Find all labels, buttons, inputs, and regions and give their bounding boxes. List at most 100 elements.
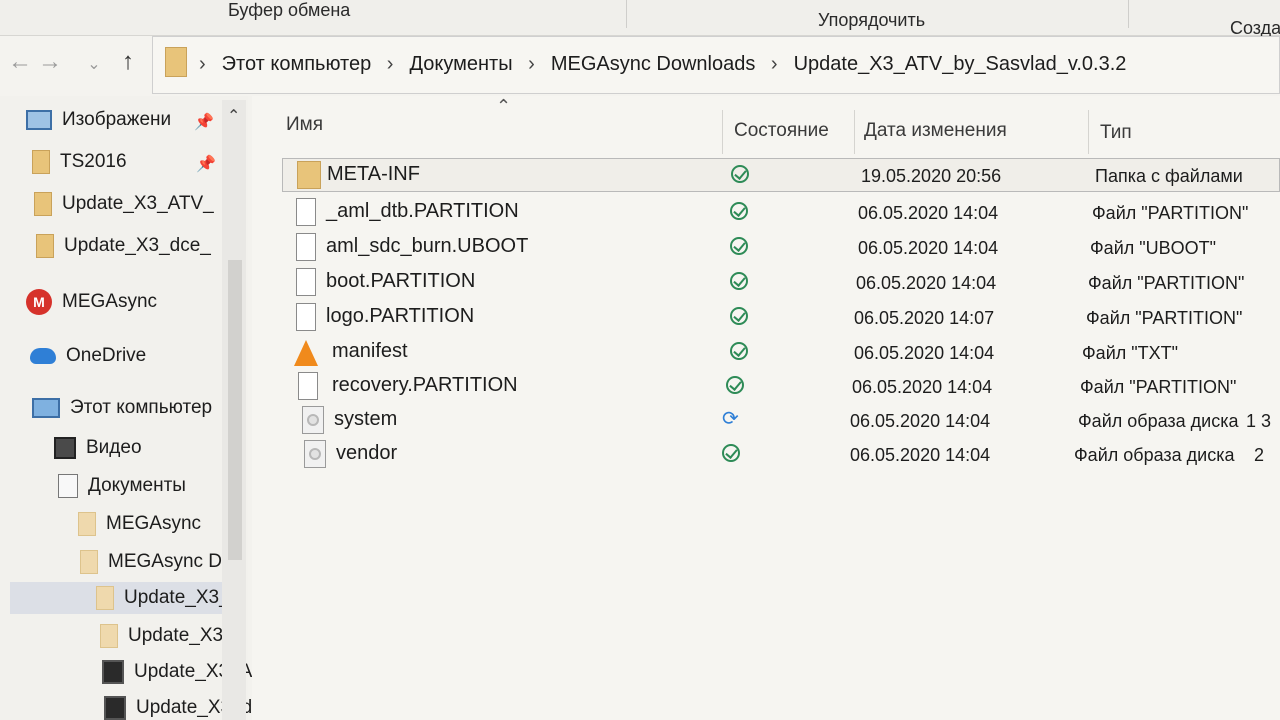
chevron-right-icon[interactable]: › <box>528 53 535 75</box>
column-divider[interactable] <box>722 110 723 154</box>
sidebar-item-label: Этот компьютер <box>70 397 213 418</box>
file-icon <box>296 233 316 261</box>
chevron-right-icon: › <box>199 53 206 75</box>
table-row[interactable]: vendor 06.05.2020 14:04 Файл образа диск… <box>282 438 1280 472</box>
sidebar-item-ts2016[interactable]: TS2016 <box>32 146 127 178</box>
forward-icon[interactable]: → <box>36 48 64 76</box>
column-header-type[interactable]: Тип <box>1100 122 1132 144</box>
column-divider[interactable] <box>1088 110 1089 154</box>
table-row[interactable]: recovery.PARTITION 06.05.2020 14:04 Файл… <box>282 370 1280 404</box>
sidebar-item-label: Документы <box>88 475 186 496</box>
column-header-status[interactable]: Состояние <box>734 120 829 142</box>
sidebar-item-documents[interactable]: Документы <box>58 470 186 502</box>
file-date: 06.05.2020 14:04 <box>854 343 995 363</box>
file-type: Файл образа диска <box>1078 411 1239 431</box>
sidebar-item-megasync[interactable]: M MEGAsync <box>26 286 157 318</box>
chevron-up-icon[interactable]: ⌃ <box>227 106 240 126</box>
navigation-pane: Изображени 📌 TS2016 📌 Update_X3_ATV_ Upd… <box>0 96 252 720</box>
sidebar-item-megasync-downloads[interactable]: MEGAsync Dov <box>80 546 242 578</box>
pin-icon[interactable]: 📌 <box>194 112 214 132</box>
ribbon-divider <box>626 0 627 28</box>
sidebar-item-update-dce[interactable]: Update_X3_dce_ <box>36 230 211 262</box>
disk-image-icon <box>304 440 326 468</box>
table-row[interactable]: system ⟳ 06.05.2020 14:04 Файл образа ди… <box>282 404 1280 438</box>
chevron-right-icon[interactable]: › <box>771 53 778 75</box>
back-icon[interactable]: ← <box>6 48 34 76</box>
breadcrumb: › Этот компьютер › Документы › MEGAsync Dow… <box>199 53 1136 76</box>
file-icon <box>298 372 318 400</box>
file-date: 06.05.2020 14:04 <box>850 411 991 431</box>
file-type: Папка с файлами <box>1095 166 1243 186</box>
archive-icon <box>102 660 124 684</box>
synced-check-icon <box>730 342 748 360</box>
sidebar-item-update-atv-selected[interactable]: Update_X3_A <box>10 582 242 614</box>
ribbon-group-clipboard[interactable]: Буфер обмена <box>228 0 350 21</box>
navigation-bar: ← → ⌄ ↑ › Этот компьютер › Документы › MEGA… <box>0 36 1280 96</box>
folder-icon <box>80 550 98 574</box>
sidebar-item-pictures[interactable]: Изображени <box>26 104 171 136</box>
file-name[interactable]: manifest <box>332 340 408 363</box>
up-arrow-icon[interactable]: ↑ <box>114 48 142 76</box>
file-date: 06.05.2020 14:04 <box>858 238 999 258</box>
file-date: 06.05.2020 14:04 <box>852 377 993 397</box>
breadcrumb-item[interactable]: Документы <box>409 53 512 75</box>
folder-icon <box>96 586 114 610</box>
file-name[interactable]: _aml_dtb.PARTITION <box>326 200 519 223</box>
file-type: Файл "UBOOT" <box>1090 238 1217 258</box>
table-row[interactable]: logo.PARTITION 06.05.2020 14:07 Файл "PA… <box>282 301 1280 335</box>
column-header-name[interactable]: Имя <box>286 114 323 136</box>
sidebar-item-label: Update_X3_ATV_ <box>62 193 214 214</box>
sidebar-item-update-atv[interactable]: Update_X3_ATV_ <box>34 188 214 220</box>
mega-folder-icon <box>78 512 96 536</box>
file-type: Файл "TXT" <box>1082 343 1179 363</box>
folder-icon <box>34 192 52 216</box>
computer-icon <box>32 398 60 418</box>
file-name[interactable]: logo.PARTITION <box>326 305 474 328</box>
sidebar-scrollbar[interactable]: ⌃ <box>222 100 246 720</box>
sidebar-item-video[interactable]: Видео <box>54 432 142 464</box>
file-date: 06.05.2020 14:04 <box>858 203 999 223</box>
sidebar-item-megasync-folder[interactable]: MEGAsync <box>78 508 201 540</box>
table-row[interactable]: aml_sdc_burn.UBOOT 06.05.2020 14:04 Файл… <box>282 231 1280 265</box>
file-name[interactable]: system <box>334 408 397 431</box>
file-icon <box>296 268 316 296</box>
file-name[interactable]: aml_sdc_burn.UBOOT <box>326 235 528 258</box>
scrollbar-thumb[interactable] <box>228 260 242 560</box>
pin-icon[interactable]: 📌 <box>196 154 216 174</box>
sidebar-item-onedrive[interactable]: OneDrive <box>30 340 146 372</box>
sidebar-item-label: OneDrive <box>66 345 147 366</box>
chevron-right-icon[interactable]: › <box>387 53 394 75</box>
table-row[interactable]: META-INF 19.05.2020 20:56 Папка с файлам… <box>282 158 1280 192</box>
sort-ascending-icon[interactable]: ⌃ <box>496 96 511 117</box>
file-icon <box>296 303 316 331</box>
table-row[interactable]: boot.PARTITION 06.05.2020 14:04 Файл "PA… <box>282 266 1280 300</box>
table-row[interactable]: manifest 06.05.2020 14:04 Файл "TXT" <box>282 336 1280 370</box>
synced-check-icon <box>726 376 744 394</box>
ribbon: Буфер обмена Упорядочить Созда <box>0 0 1280 38</box>
file-name[interactable]: vendor <box>336 442 397 465</box>
ribbon-group-organize[interactable]: Упорядочить <box>818 10 925 31</box>
breadcrumb-item[interactable]: Update_X3_ATV_by_Sasvlad_v.0.3.2 <box>794 53 1127 75</box>
folder-icon <box>297 161 321 189</box>
documents-icon <box>58 474 78 498</box>
file-name[interactable]: recovery.PARTITION <box>332 374 518 397</box>
chevron-down-icon[interactable]: ⌄ <box>80 54 108 74</box>
file-date: 06.05.2020 14:07 <box>854 308 995 328</box>
syncing-icon: ⟳ <box>722 408 739 430</box>
file-list: ⌃ Имя Состояние Дата изменения Тип META-… <box>252 96 1280 720</box>
folder-icon <box>165 47 187 77</box>
column-divider[interactable] <box>854 110 855 154</box>
synced-check-icon <box>730 202 748 220</box>
table-row[interactable]: _aml_dtb.PARTITION 06.05.2020 14:04 Файл… <box>282 196 1280 230</box>
synced-check-icon <box>731 165 749 183</box>
file-name[interactable]: boot.PARTITION <box>326 270 475 293</box>
sidebar-item-label: MEGAsync <box>106 513 202 534</box>
disk-image-icon <box>302 406 324 434</box>
file-date: 19.05.2020 20:56 <box>861 166 1002 186</box>
address-bar[interactable]: › Этот компьютер › Документы › MEGAsync Dow… <box>152 36 1280 94</box>
breadcrumb-item[interactable]: MEGAsync Downloads <box>551 53 756 75</box>
breadcrumb-item[interactable]: Этот компьютер <box>222 53 372 75</box>
file-name[interactable]: META-INF <box>327 163 420 186</box>
column-header-date-modified[interactable]: Дата изменения <box>864 120 1007 142</box>
sidebar-item-this-pc[interactable]: Этот компьютер <box>32 392 212 424</box>
